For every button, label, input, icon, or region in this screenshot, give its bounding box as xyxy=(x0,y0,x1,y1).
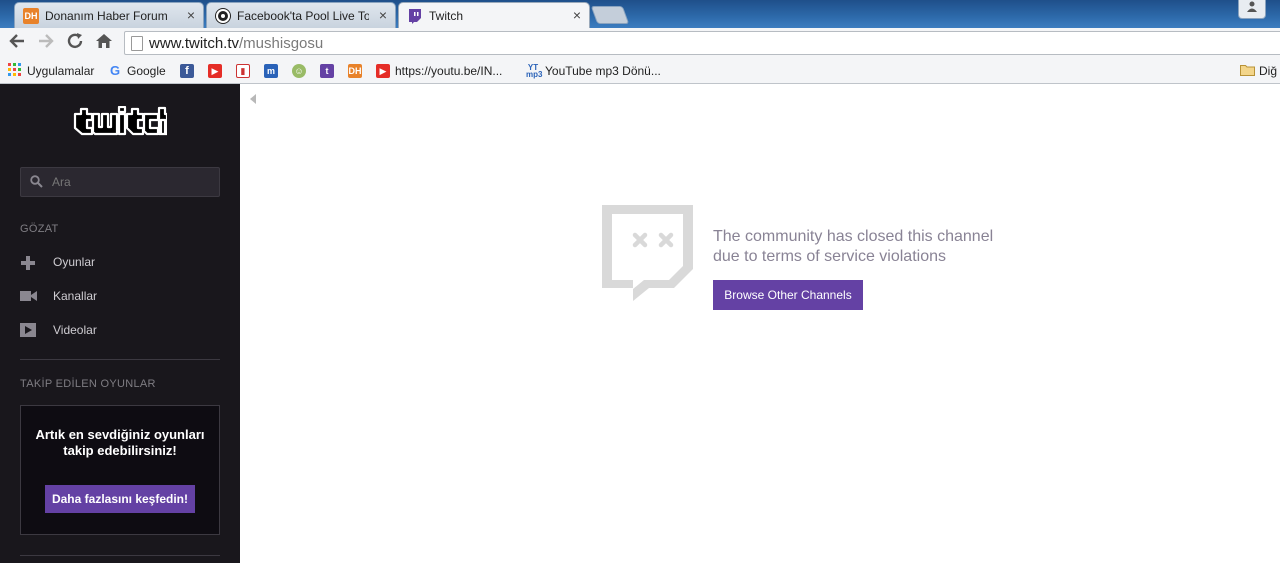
bookmark-google[interactable]: G Google xyxy=(108,62,166,80)
apps-grid-icon xyxy=(8,62,22,80)
sidebar-item-games[interactable]: Oyunlar xyxy=(20,252,220,272)
tab-title: Twitch xyxy=(429,9,464,23)
tab-title: Facebook'ta Pool Live Tou xyxy=(237,9,369,23)
forward-icon[interactable] xyxy=(36,32,56,52)
bookmark-other[interactable]: Diğ xyxy=(1240,62,1277,80)
collapse-sidebar-icon[interactable] xyxy=(250,94,256,104)
tab-donanim-haber[interactable]: DH Donanım Haber Forum × xyxy=(14,2,204,28)
m-icon: m xyxy=(264,64,278,78)
reload-icon[interactable] xyxy=(65,32,85,52)
sidebar-divider xyxy=(20,359,220,360)
sidebar: Ara GÖZAT Oyunlar Kanallar Videolar TAKİ… xyxy=(0,84,240,563)
bookmark-twitch[interactable]: t xyxy=(320,62,339,80)
search-input[interactable]: Ara xyxy=(20,167,220,197)
search-icon xyxy=(30,175,43,193)
page-icon xyxy=(131,36,143,51)
gamepad-icon xyxy=(20,255,36,274)
sidebar-item-channels[interactable]: Kanallar xyxy=(20,286,220,306)
tab-facebook-pool[interactable]: Facebook'ta Pool Live Tou × xyxy=(206,2,396,28)
youtube-icon: ▶ xyxy=(376,64,390,78)
camera-icon xyxy=(20,289,37,306)
sidebar-divider xyxy=(20,555,220,556)
bookmarks-bar: Uygulamalar G Google f ▶ ▮ m ☺ t DH ▶ ht… xyxy=(0,58,1280,84)
bookmark-youtube-mp3[interactable]: YT mp3 YouTube mp3 Dönü... xyxy=(526,62,661,80)
bookmark-apps[interactable]: Uygulamalar xyxy=(8,62,94,80)
bookmark-dh[interactable]: DH xyxy=(348,62,367,80)
twitch-icon xyxy=(407,8,423,24)
close-icon[interactable]: × xyxy=(379,7,387,23)
tab-twitch[interactable]: Twitch × xyxy=(398,2,590,28)
bookmark-globe[interactable]: ☺ xyxy=(292,62,311,80)
url-text: www.twitch.tv/mushisgosu xyxy=(149,35,324,52)
tab-strip: DH Donanım Haber Forum × Facebook'ta Poo… xyxy=(0,0,1280,28)
twitch-logo[interactable] xyxy=(73,105,169,147)
follow-games-promo: Artık en sevdiğiniz oyunları takip edebi… xyxy=(20,405,220,535)
new-tab-button[interactable] xyxy=(590,6,630,24)
back-icon[interactable] xyxy=(7,32,27,52)
dh-icon: DH xyxy=(348,64,362,78)
main-content: The community has closed this channel du… xyxy=(240,84,1280,563)
dh-icon: DH xyxy=(23,8,39,24)
close-icon[interactable]: × xyxy=(573,7,581,23)
globe-icon: ☺ xyxy=(292,64,306,78)
closed-channel-glitch-icon xyxy=(602,205,694,306)
youtube-icon: ▶ xyxy=(208,64,222,78)
ytmp3-icon: YT mp3 xyxy=(526,63,543,79)
browser-toolbar: www.twitch.tv/mushisgosu xyxy=(0,28,1280,58)
tab-title: Donanım Haber Forum xyxy=(45,9,168,23)
google-icon: G xyxy=(109,63,121,78)
pool-icon xyxy=(215,8,231,24)
followed-games-header: TAKİP EDİLEN OYUNLAR xyxy=(20,378,156,390)
sidebar-item-videos[interactable]: Videolar xyxy=(20,320,220,340)
bookmark-youtube[interactable]: ▶ xyxy=(208,62,227,80)
profile-icon[interactable] xyxy=(1238,0,1266,19)
bookmark-m[interactable]: m xyxy=(264,62,283,80)
popcorn-icon: ▮ xyxy=(236,64,250,78)
facebook-icon: f xyxy=(180,64,194,78)
promo-text: Artık en sevdiğiniz oyunları takip edebi… xyxy=(35,427,205,458)
bookmark-youtu-be[interactable]: ▶ https://youtu.be/IN... xyxy=(376,62,502,80)
play-icon xyxy=(20,323,36,340)
browse-header: GÖZAT xyxy=(20,223,59,235)
close-icon[interactable]: × xyxy=(187,7,195,23)
channel-closed-message: The community has closed this channel du… xyxy=(713,228,994,265)
folder-icon xyxy=(1240,64,1255,79)
bookmark-facebook[interactable]: f xyxy=(180,62,199,80)
home-icon[interactable] xyxy=(94,32,114,52)
address-bar[interactable]: www.twitch.tv/mushisgosu xyxy=(124,31,1280,55)
discover-more-button[interactable]: Daha fazlasını keşfedin! xyxy=(45,485,195,513)
twitch-icon: t xyxy=(320,64,334,78)
bookmark-popcorn[interactable]: ▮ xyxy=(236,62,255,80)
browse-other-channels-button[interactable]: Browse Other Channels xyxy=(713,280,863,310)
search-placeholder: Ara xyxy=(52,175,71,189)
